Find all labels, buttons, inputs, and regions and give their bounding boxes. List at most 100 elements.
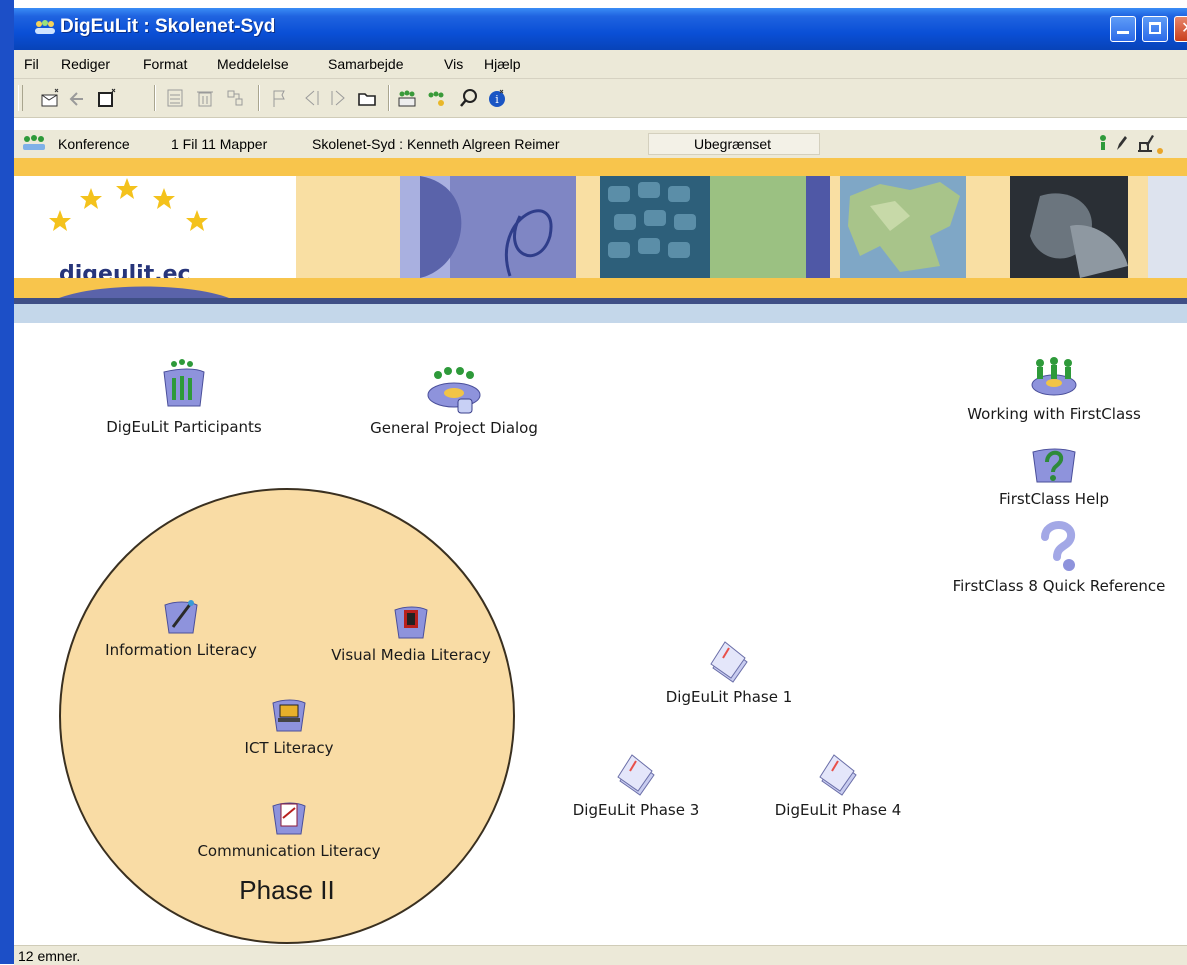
previous-icon[interactable] [300, 87, 322, 109]
banner-arc [54, 286, 234, 300]
computer-folder-icon [272, 699, 306, 732]
close-icon: ✕ [1181, 18, 1187, 37]
container-owner: Skolenet-Syd : Kenneth Algreen Reimer [312, 136, 560, 152]
phase-1-label: DigEuLit Phase 1 [665, 688, 793, 706]
banner-image-photo [1010, 176, 1128, 278]
new-message-icon[interactable] [40, 87, 62, 109]
ict-literacy-item[interactable]: ICT Literacy [189, 693, 389, 757]
communication-literacy-label: Communication Literacy [197, 842, 381, 860]
menu-bar: Fil Rediger Format Meddelelse Samarbejde… [14, 50, 1187, 79]
menu-vis[interactable]: Vis [444, 56, 463, 72]
status-bar: 12 emner. [14, 945, 1187, 965]
toolbar-separator [154, 85, 156, 111]
minimize-icon [1117, 22, 1129, 34]
close-button[interactable]: ✕ [1174, 16, 1187, 42]
banner-logo-area: digeulit.ec [14, 176, 296, 287]
window-title: DigEuLit : Skolenet-Syd [60, 16, 276, 37]
people-key-icon[interactable] [426, 87, 448, 109]
conference-desktop: DigEuLit Participants General Project Di… [14, 323, 1187, 945]
phase-4-item[interactable]: DigEuLit Phase 4 [738, 751, 938, 819]
menu-fil[interactable]: Fil [24, 56, 39, 72]
banner-panel-light [1148, 176, 1187, 278]
banner-image-keyboard [600, 176, 710, 278]
next-icon[interactable] [328, 87, 350, 109]
banner-panel-cream-3 [1128, 176, 1148, 278]
communication-literacy-item[interactable]: Communication Literacy [169, 796, 409, 860]
firstclass-help-label: FirstClass Help [999, 490, 1109, 508]
item-counts: 1 Fil 11 Mapper [171, 136, 268, 152]
window-frame-left [0, 0, 14, 964]
maximize-button[interactable] [1142, 16, 1168, 42]
information-literacy-item[interactable]: Information Literacy [81, 595, 281, 659]
banner-top-stripe [14, 158, 1187, 176]
person-status-icon[interactable] [1096, 133, 1110, 153]
phase-ii-title: Phase II [239, 875, 335, 905]
banner-panel-green [710, 176, 806, 278]
information-folder-icon [164, 600, 198, 634]
phase-4-label: DigEuLit Phase 4 [774, 801, 902, 819]
container-type: Konference [58, 136, 130, 152]
permission-value: Ubegrænset [694, 136, 772, 152]
firstclass-help-item[interactable]: FirstClass Help [954, 440, 1154, 508]
delete-icon[interactable] [194, 87, 216, 109]
folder-icon[interactable] [356, 87, 378, 109]
reply-icon[interactable] [68, 87, 90, 109]
banner-panel-navy [806, 176, 830, 278]
working-firstclass-item[interactable]: Working with FirstClass [934, 353, 1174, 423]
toolbar: i [14, 79, 1187, 118]
working-firstclass-label: Working with FirstClass [967, 405, 1141, 423]
discussion-group-icon [427, 367, 481, 414]
banner-panel-cream-2 [966, 176, 1010, 278]
menu-samarbejde[interactable]: Samarbejde [328, 56, 404, 72]
document-folder-icon [272, 802, 306, 835]
toolbar-grip[interactable] [18, 85, 23, 111]
history-icon[interactable] [224, 87, 246, 109]
pencil-icon[interactable] [1114, 133, 1128, 153]
visual-media-literacy-label: Visual Media Literacy [331, 646, 491, 664]
phase-ii-group: Information Literacy Visual Media Litera… [59, 488, 515, 944]
add-conference-icon[interactable] [396, 87, 418, 109]
visual-media-literacy-item[interactable]: Visual Media Literacy [301, 600, 521, 664]
conference-info-bar: Konference 1 Fil 11 Mapper Skolenet-Syd … [14, 130, 1187, 159]
new-document-icon[interactable] [96, 87, 118, 109]
participants-icon [163, 359, 205, 407]
edit-permissions-icon[interactable] [1134, 133, 1174, 155]
film-folder-icon [394, 606, 428, 639]
menu-rediger[interactable]: Rediger [61, 56, 110, 72]
banner-image-swirl [400, 176, 576, 278]
digeulit-banner: digeulit.ec [14, 158, 1187, 323]
banner-low-stripe [14, 278, 1187, 300]
firstclass-quickref-label: FirstClass 8 Quick Reference [952, 577, 1166, 595]
participants-label: DigEuLit Participants [106, 418, 262, 436]
menu-format[interactable]: Format [143, 56, 187, 72]
info-icon[interactable]: i [486, 87, 508, 109]
toolbar-separator [258, 85, 260, 111]
conference-app-icon [34, 19, 56, 39]
phase-1-item[interactable]: DigEuLit Phase 1 [624, 638, 834, 706]
conference-group-icon [1031, 357, 1077, 396]
toolbar-separator [388, 85, 390, 111]
banner-blue-rule [14, 304, 1187, 323]
archive-stack-icon [710, 641, 748, 683]
conference-icon [23, 135, 45, 150]
archive-stack-icon [617, 754, 655, 796]
title-bar[interactable]: DigEuLit : Skolenet-Syd ✕ [14, 8, 1187, 50]
minimize-button[interactable] [1110, 16, 1136, 42]
menu-meddelelse[interactable]: Meddelelse [217, 56, 289, 72]
phase-3-item[interactable]: DigEuLit Phase 3 [536, 751, 736, 819]
maximize-icon [1149, 22, 1161, 34]
participants-item[interactable]: DigEuLit Participants [74, 358, 294, 436]
banner-panel-cream [296, 176, 401, 278]
menu-hjaelp[interactable]: Hjælp [484, 56, 521, 72]
information-literacy-label: Information Literacy [105, 641, 257, 659]
ict-literacy-label: ICT Literacy [244, 739, 334, 757]
search-icon[interactable] [458, 87, 480, 109]
print-icon[interactable] [164, 87, 186, 109]
banner-image-map [840, 176, 966, 278]
help-folder-icon [1032, 448, 1076, 483]
firstclass-quickref-item[interactable]: FirstClass 8 Quick Reference [914, 521, 1187, 595]
question-mark-icon [1041, 521, 1075, 571]
flag-icon[interactable] [270, 87, 292, 109]
general-dialog-item[interactable]: General Project Dialog [344, 363, 564, 437]
general-dialog-label: General Project Dialog [370, 419, 538, 437]
